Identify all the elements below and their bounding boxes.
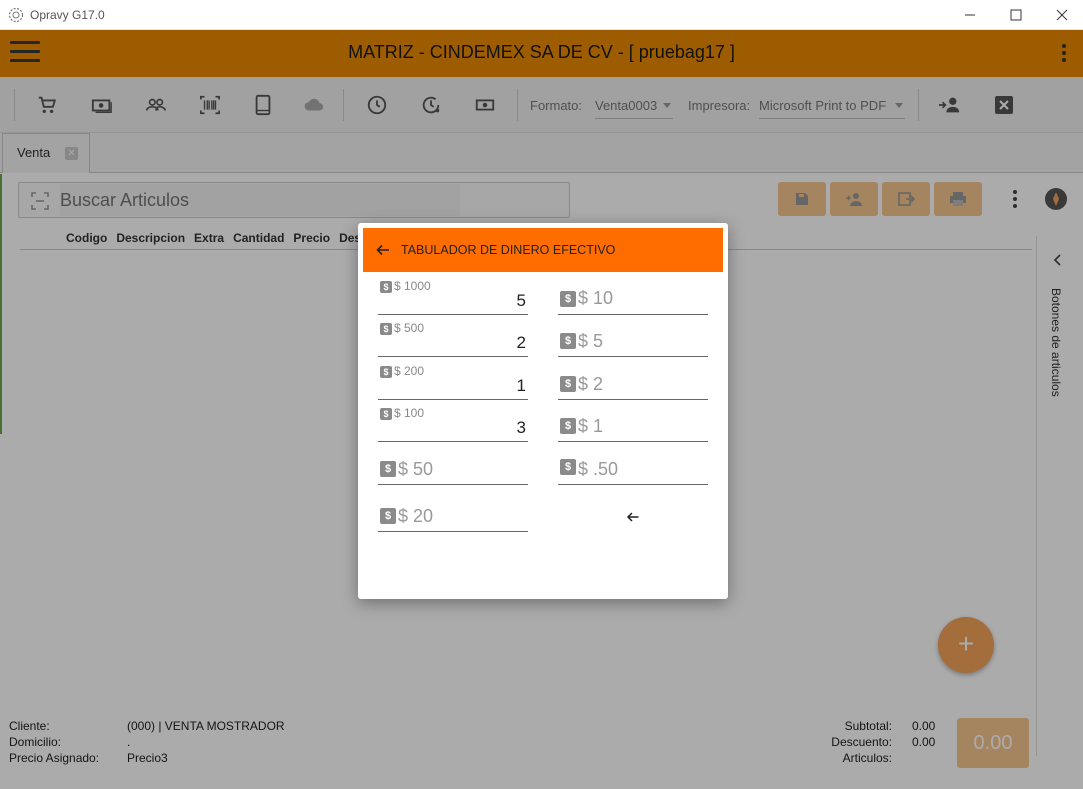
maximize-button[interactable]: [993, 0, 1039, 30]
dollar-icon: $: [560, 333, 576, 349]
denomination-100-field[interactable]: $ $ 100 3: [378, 406, 528, 442]
dollar-icon: $: [380, 323, 392, 335]
denomination-label: $ .50: [578, 459, 619, 479]
denomination-label: $ 1000: [394, 279, 431, 293]
denomination-label: $ 500: [394, 321, 425, 335]
dialog-header: TABULADOR DE DINERO EFECTIVO: [363, 228, 723, 272]
denomination-050-field[interactable]: $ $ .50: [558, 449, 708, 485]
dollar-icon: $: [380, 461, 396, 477]
window-title: Opravy G17.0: [30, 8, 105, 22]
denomination-1-field[interactable]: $ $ 1: [558, 406, 708, 442]
denomination-count: 3: [516, 418, 526, 437]
denomination-label: $ 100: [394, 406, 425, 420]
denomination-label: $ 10: [578, 288, 614, 308]
dialog-title: TABULADOR DE DINERO EFECTIVO: [401, 243, 616, 257]
dollar-icon: $: [560, 459, 576, 475]
denomination-500-field[interactable]: $ $ 500 2: [378, 321, 528, 357]
close-window-button[interactable]: [1039, 0, 1083, 30]
window-titlebar: Opravy G17.0: [0, 0, 1083, 30]
denomination-1000-field[interactable]: $ $ 1000 5: [378, 279, 528, 315]
denomination-count: 5: [516, 291, 526, 310]
close-icon: [1056, 9, 1068, 21]
app-logo-icon: [8, 7, 24, 23]
denomination-10-field[interactable]: $ $ 10: [558, 279, 708, 315]
dollar-icon: $: [380, 408, 392, 420]
back-arrow-icon[interactable]: [376, 243, 390, 257]
denomination-label: $ 20: [398, 506, 434, 526]
denomination-50-field[interactable]: $ $ 50: [378, 449, 528, 485]
denomination-label: $ 50: [398, 459, 434, 479]
dollar-icon: $: [380, 366, 392, 378]
denomination-label: $ 200: [394, 364, 425, 378]
denomination-label: $ 1: [578, 416, 604, 436]
denomination-label: $ 2: [578, 374, 604, 394]
dollar-icon: $: [560, 376, 576, 392]
dollar-icon: $: [560, 418, 576, 434]
denomination-count: 1: [516, 376, 526, 395]
dollar-icon: $: [560, 291, 576, 307]
dollar-icon: $: [380, 508, 396, 524]
backspace-arrow-icon[interactable]: [626, 510, 640, 524]
denomination-20-field[interactable]: $ $ 20: [378, 496, 528, 532]
denomination-5-field[interactable]: $ $ 5: [558, 321, 708, 357]
denomination-label: $ 5: [578, 331, 604, 351]
maximize-icon: [1010, 9, 1022, 21]
minimize-icon: [965, 14, 975, 16]
dollar-icon: $: [380, 281, 392, 293]
denomination-count: 2: [516, 333, 526, 352]
minimize-button[interactable]: [947, 0, 993, 30]
denomination-200-field[interactable]: $ $ 200 1: [378, 364, 528, 400]
denomination-2-field[interactable]: $ $ 2: [558, 364, 708, 400]
